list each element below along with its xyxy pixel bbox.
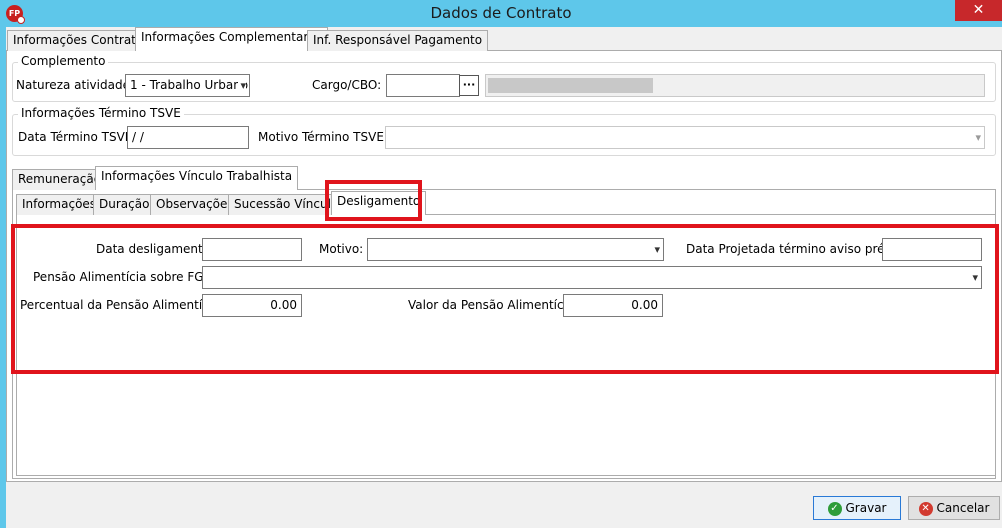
cancelar-label: Cancelar [936, 501, 990, 515]
data-termino-tsve-input[interactable]: / / [127, 126, 249, 149]
tab-informacoes-vinculo-trabalhista[interactable]: Informações Vínculo Trabalhista [95, 166, 299, 190]
tab-observacoes[interactable]: Observações [150, 194, 240, 215]
natureza-atividade-label: Natureza atividade: [16, 78, 135, 92]
natureza-atividade-value: 1 - Trabalho Urbano [130, 78, 249, 92]
cargo-description-field [485, 74, 985, 97]
close-button[interactable]: ✕ [955, 0, 1002, 21]
cancelar-button[interactable]: ✕ Cancelar [908, 496, 1000, 520]
tab-informacoes-complementares[interactable]: Informações Complementares [135, 27, 328, 51]
tab-remuneracao[interactable]: Remuneração [12, 169, 108, 190]
termino-tsve-legend: Informações Término TSVE [18, 106, 184, 120]
tab-informacoes[interactable]: Informações [16, 194, 103, 215]
cargo-lookup-button[interactable]: ··· [459, 75, 479, 96]
window-title: Dados de Contrato [430, 4, 572, 22]
highlight-desligamento-tab [325, 180, 422, 221]
cancel-icon: ✕ [918, 501, 933, 516]
chevron-down-icon: ▾ [975, 131, 981, 144]
highlight-desligamento-fields [11, 224, 999, 374]
tab-informacoes-contrato[interactable]: Informações Contrato [7, 30, 150, 51]
tab-duracao[interactable]: Duração [93, 194, 156, 215]
motivo-termino-tsve-select[interactable]: ▾ [385, 126, 985, 149]
gravar-button[interactable]: ✓ Gravar [813, 496, 901, 520]
motivo-termino-tsve-label: Motivo Término TSVE: [258, 130, 388, 144]
check-icon: ✓ [827, 501, 842, 516]
chevron-down-icon: ▾ [238, 75, 246, 96]
cargo-cbo-input[interactable] [386, 74, 460, 97]
natureza-atividade-select[interactable]: 1 - Trabalho Urbano ▾ [125, 74, 250, 97]
complemento-legend: Complemento [18, 54, 109, 68]
gravar-label: Gravar [845, 501, 887, 515]
cargo-description-mask [488, 78, 653, 93]
app-icon: FP [6, 5, 25, 24]
cargo-cbo-label: Cargo/CBO: [312, 78, 382, 92]
tab-inf-responsavel-pagamento[interactable]: Inf. Responsável Pagamento [307, 30, 489, 51]
data-termino-tsve-label: Data Término TSVE: [18, 130, 137, 144]
